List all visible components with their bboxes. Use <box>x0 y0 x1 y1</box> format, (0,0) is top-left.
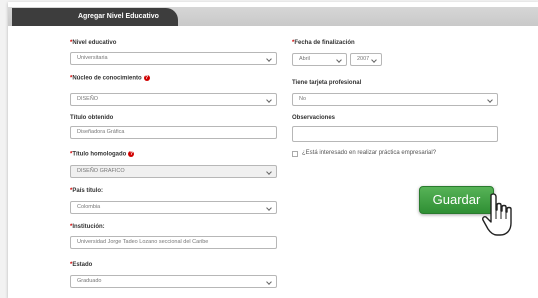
fecha-finalizacion-label: *Fecha de finalización <box>292 40 355 46</box>
fecha-mes-select[interactable]: Abril <box>292 53 347 66</box>
fecha-anio-select[interactable]: 2007 <box>350 53 382 66</box>
tarjeta-profesional-label: Tiene tarjeta profesional <box>292 80 362 86</box>
titulo-obtenido-input[interactable]: Diseñadora Gráfica <box>70 126 277 139</box>
nucleo-select[interactable]: DISEÑO <box>70 93 277 106</box>
pais-titulo-label: *País título: <box>70 188 104 194</box>
titulo-homologado-select[interactable]: DISEÑO GRAFICO <box>70 165 277 178</box>
estado-label: *Estado <box>70 262 93 268</box>
observaciones-label: Observaciones <box>292 115 336 121</box>
pais-titulo-select[interactable]: Colombia <box>70 201 277 214</box>
estado-select[interactable]: Graduado <box>70 275 277 288</box>
form-panel <box>8 2 538 298</box>
practica-label: ¿Está interesado en realizar práctica em… <box>302 150 437 156</box>
institucion-label: *Institución: <box>70 224 105 230</box>
institucion-input[interactable]: Universidad Jorge Tadeo Lozano seccional… <box>70 236 277 249</box>
nivel-educativo-label: *Nivel educativo <box>70 40 117 46</box>
nivel-educativo-select[interactable]: Universitaria <box>70 52 277 65</box>
form-title: Agregar Nivel Educativo <box>12 8 178 26</box>
observaciones-input[interactable] <box>292 126 498 142</box>
titulo-obtenido-label: Título obtenido <box>70 115 114 121</box>
help-icon[interactable]: ? <box>128 151 135 157</box>
practica-checkbox[interactable] <box>292 151 298 157</box>
help-icon[interactable]: ? <box>143 75 150 81</box>
tarjeta-profesional-select[interactable]: No <box>292 93 498 106</box>
hand-pointer-icon <box>482 193 512 236</box>
nucleo-label: *Núcleo de conocimiento? <box>70 75 150 82</box>
titulo-homologado-label: *Título homologado? <box>70 151 135 158</box>
